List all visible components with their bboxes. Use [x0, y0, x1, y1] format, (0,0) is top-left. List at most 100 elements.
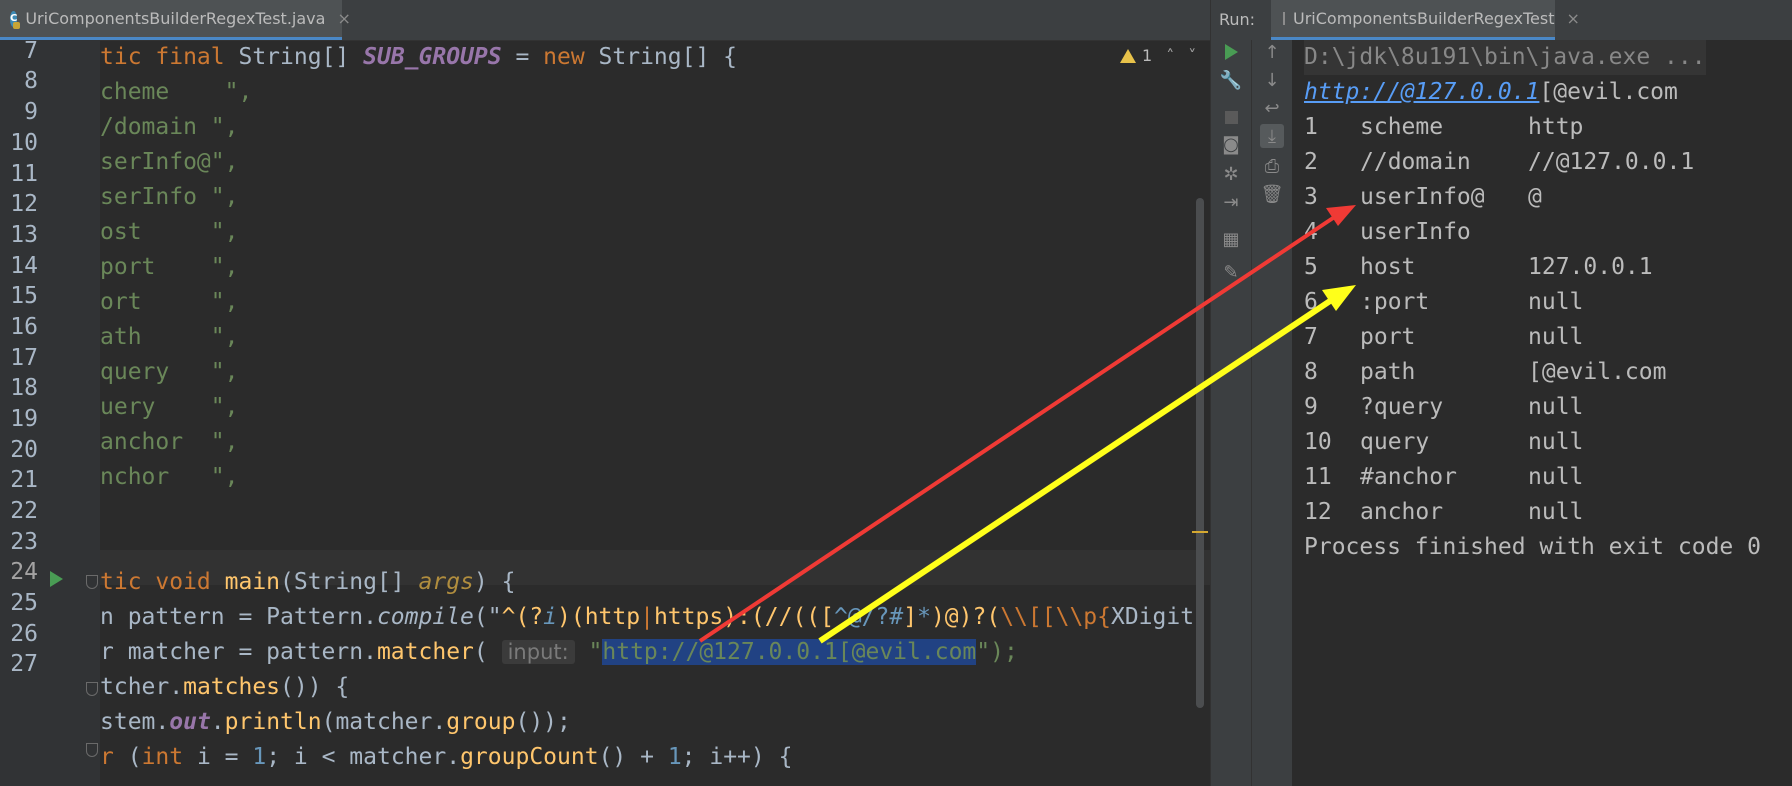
- chevron-down-icon[interactable]: ˅: [1188, 46, 1196, 65]
- console-icon: [1283, 12, 1285, 25]
- layout-icon[interactable]: ▦: [1219, 227, 1243, 251]
- group-index: 8: [1304, 359, 1318, 385]
- group-value: null: [1528, 394, 1584, 420]
- group-name: anchor: [1360, 499, 1444, 525]
- close-icon[interactable]: ×: [1566, 9, 1579, 28]
- group-name: host: [1360, 254, 1416, 280]
- group-value: null: [1528, 429, 1584, 455]
- code-line: /domain ",: [100, 114, 239, 140]
- stop-icon[interactable]: [1219, 105, 1243, 129]
- editor-scrollbar[interactable]: [1196, 198, 1204, 708]
- line-number: 8: [24, 68, 38, 94]
- code-line: stem.out.println(matcher.group());: [100, 709, 571, 735]
- line-number: 10: [10, 130, 38, 156]
- console-group-row: 3 userInfo@ @: [1304, 180, 1542, 215]
- code-line: serInfo@",: [100, 149, 239, 175]
- group-index: 10: [1304, 429, 1332, 455]
- inspection-widget[interactable]: 1 ˄ ˅: [1120, 46, 1196, 65]
- down-arrow-icon[interactable]: ↓: [1260, 68, 1284, 92]
- group-index: 9: [1304, 394, 1318, 420]
- line-number: 24: [10, 559, 38, 585]
- editor-pane: C UriComponentsBuilderRegexTest.java × 7…: [0, 0, 1210, 786]
- run-main-icon[interactable]: [50, 571, 63, 587]
- code-line: r matcher = pattern.matcher( input: "htt…: [100, 639, 1018, 665]
- group-name: #anchor: [1360, 464, 1457, 490]
- code-line: serInfo ",: [100, 184, 239, 210]
- group-name: ?query: [1360, 394, 1444, 420]
- pin-icon[interactable]: ✎: [1219, 260, 1243, 284]
- selected-text[interactable]: http://@127.0.0.1[@evil.com: [602, 639, 977, 665]
- run-toolbar-left: 🔧 ◙ ✲ ⇥ ▦ ✎: [1211, 40, 1251, 786]
- console-group-row: 6:port null: [1304, 285, 1583, 320]
- line-number: 9: [24, 99, 38, 125]
- print-icon[interactable]: ⎙: [1260, 154, 1284, 178]
- console-group-row: 10 query null: [1304, 425, 1583, 460]
- run-config-tab[interactable]: UriComponentsBuilderRegexTest ×: [1271, 0, 1580, 40]
- group-name: scheme: [1360, 114, 1444, 140]
- wrench-icon[interactable]: 🔧: [1219, 68, 1243, 92]
- camera-icon[interactable]: ◙: [1219, 132, 1243, 156]
- console-group-row: 4 userInfo: [1304, 215, 1528, 250]
- trash-icon[interactable]: 🗑: [1260, 182, 1284, 206]
- console-group-row: 11 #anchor null: [1304, 460, 1583, 495]
- up-arrow-icon[interactable]: ↑: [1260, 40, 1284, 64]
- run-tab-label: UriComponentsBuilderRegexTest: [1293, 9, 1555, 28]
- console-group-row: 2 //domain //@127.0.0.1: [1304, 145, 1694, 180]
- code-line: query ",: [100, 359, 239, 385]
- group-index: 6: [1304, 289, 1318, 315]
- code-line: ort ",: [100, 289, 239, 315]
- code-line: port ",: [100, 254, 239, 280]
- exit-icon[interactable]: ⇥: [1219, 190, 1243, 214]
- code-line: anchor ",: [100, 429, 239, 455]
- scrollbar-warning-mark: [1192, 531, 1208, 533]
- console-group-row: 12 anchor null: [1304, 495, 1583, 530]
- console-url-line: http://@127.0.0.1[@evil.com: [1304, 79, 1678, 105]
- code-line: r (int i = 1; i < matcher.groupCount() +…: [100, 744, 793, 770]
- run-toolbar-right: ↑ ↓ ↩ ⤓ ⎙ 🗑: [1251, 40, 1292, 786]
- java-class-icon: C: [10, 10, 21, 29]
- console-group-row: 1 scheme http: [1304, 110, 1583, 145]
- group-value: null: [1528, 499, 1584, 525]
- console-group-row: 9 ?query null: [1304, 390, 1583, 425]
- chevron-up-icon[interactable]: ˄: [1166, 46, 1174, 65]
- line-number: 22: [10, 498, 38, 524]
- code-line: tcher.matches()) {: [100, 674, 350, 700]
- code-area[interactable]: tic final String[] SUB_GROUPS = new Stri…: [100, 40, 1210, 786]
- editor-tab-bar: C UriComponentsBuilderRegexTest.java ×: [0, 0, 1210, 41]
- console-command-line[interactable]: D:\jdk\8u191\bin\java.exe ...: [1304, 40, 1706, 75]
- line-number: 18: [10, 375, 38, 401]
- run-icon[interactable]: [1219, 40, 1243, 64]
- code-line: cheme ",: [100, 79, 253, 105]
- group-name: :port: [1360, 289, 1430, 315]
- group-name: query: [1360, 429, 1430, 455]
- soft-wrap-icon[interactable]: ↩: [1260, 96, 1284, 120]
- group-index: 5: [1304, 254, 1318, 280]
- editor-file-tab[interactable]: C UriComponentsBuilderRegexTest.java ×: [0, 0, 351, 40]
- group-name: path: [1360, 359, 1416, 385]
- group-index: 11: [1304, 464, 1332, 490]
- group-index: 4: [1304, 219, 1318, 245]
- fold-icon[interactable]: [86, 575, 98, 589]
- code-line: ost ",: [100, 219, 239, 245]
- group-index: 1: [1304, 114, 1318, 140]
- run-label: Run:: [1219, 10, 1256, 29]
- warning-count: 1: [1142, 46, 1153, 65]
- group-value: null: [1528, 324, 1584, 350]
- warning-icon: [1120, 48, 1136, 63]
- scroll-to-end-icon[interactable]: ⤓: [1260, 124, 1284, 148]
- group-value: //@127.0.0.1: [1528, 149, 1695, 175]
- group-value: null: [1528, 464, 1584, 490]
- fold-icon[interactable]: [86, 682, 98, 696]
- close-icon[interactable]: ×: [337, 9, 350, 28]
- console-url-link[interactable]: http://@127.0.0.1: [1304, 79, 1539, 105]
- fold-icon[interactable]: [86, 743, 98, 757]
- editor-tab-label: UriComponentsBuilderRegexTest.java: [25, 9, 326, 28]
- debug-icon[interactable]: ✲: [1219, 162, 1243, 186]
- group-name: userInfo@: [1360, 184, 1485, 210]
- code-line: uery ",: [100, 394, 239, 420]
- run-header: Run: UriComponentsBuilderRegexTest ×: [1211, 0, 1792, 40]
- console-group-row: 7 port null: [1304, 320, 1583, 355]
- line-number: 19: [10, 406, 38, 432]
- line-number: 21: [10, 467, 38, 493]
- console-output[interactable]: D:\jdk\8u191\bin\java.exe ... http://@12…: [1304, 40, 1792, 786]
